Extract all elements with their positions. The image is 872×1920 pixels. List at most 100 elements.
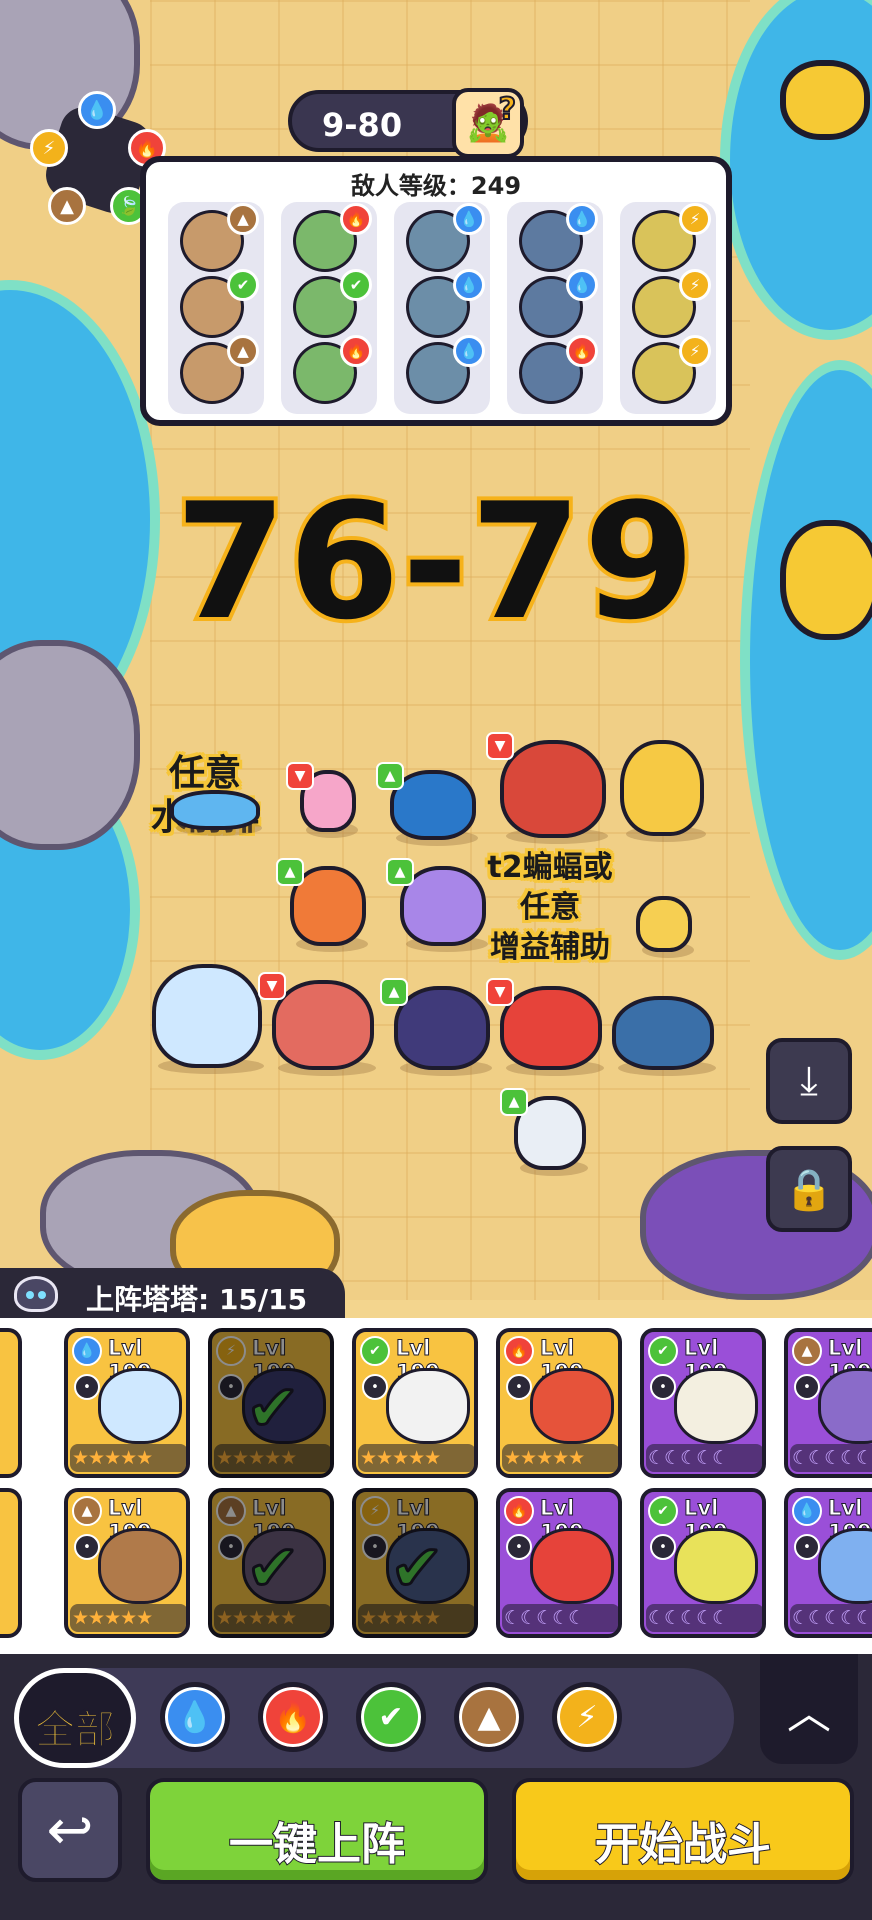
placed-unit[interactable] (636, 896, 692, 952)
placed-unit[interactable] (612, 996, 714, 1070)
grass-icon: ✔ (648, 1496, 678, 1526)
unit-stars: ★★★★★ (502, 1444, 618, 1472)
unit-card[interactable]: 🔥Lvl 199•☾☾☾☾☾ (496, 1488, 622, 1638)
filter-fire-icon[interactable]: 🔥 (258, 1682, 328, 1752)
earth-icon: ▲ (48, 187, 86, 225)
unit-card-partial-left[interactable] (0, 1328, 22, 1478)
placed-unit[interactable]: ▼ (286, 762, 356, 832)
enemy-avatar: ⚡ (632, 203, 711, 272)
unit-stars: ☾☾☾☾☾ (790, 1444, 872, 1472)
unit-stars: ☾☾☾☾☾ (646, 1444, 762, 1472)
start-battle-button[interactable]: 开始战斗 (512, 1778, 854, 1884)
unit-card[interactable]: ▲Lvl 199•★★★★★ (64, 1488, 190, 1638)
enemy-column: 🔥 ✔ 🔥 (281, 202, 377, 414)
pond-right (740, 360, 872, 960)
plus-icon: • (794, 1534, 820, 1560)
swirl-icon: • (506, 1374, 532, 1400)
water-icon: 💧 (566, 269, 598, 301)
enemy-column: 💧 💧 💧 (394, 202, 490, 414)
unit-stars: ★★★★★ (358, 1444, 474, 1472)
unit-card[interactable]: ✔Lvl 199•☾☾☾☾☾ (640, 1328, 766, 1478)
check-icon: ✔ (245, 1531, 302, 1608)
enemy-avatar: ✔ (180, 269, 259, 338)
enemy-avatar: ▲ (180, 203, 259, 272)
back-icon[interactable]: ↩ (18, 1778, 122, 1882)
unit-portrait (386, 1368, 470, 1444)
auto-deploy-label: 一键上阵 (228, 1818, 406, 1871)
earth-icon: ▲ (792, 1336, 822, 1366)
filter-earth-icon[interactable]: ▲ (454, 1682, 524, 1752)
water-icon: 💧 (72, 1336, 102, 1366)
boot-icon: • (650, 1534, 676, 1560)
earth-icon: ▲ (216, 1496, 246, 1526)
placed-unit[interactable]: ▲ (386, 858, 486, 946)
unit-stars: ☾☾☾☾☾ (502, 1604, 618, 1632)
lock-icon[interactable]: 🔒 (766, 1146, 852, 1232)
placed-unit[interactable]: ▲ (276, 858, 366, 946)
earth-icon: ▲ (227, 203, 259, 235)
enemy-avatar: 💧 (519, 269, 598, 338)
fire-icon: 🔥 (566, 335, 598, 367)
unit-card[interactable]: ✔Lvl 199•★★★★★ (352, 1328, 478, 1478)
unit-stars: ★★★★★ (70, 1604, 186, 1632)
enemy-avatar: 💧 (406, 335, 485, 404)
hourglass-icon: • (74, 1374, 100, 1400)
upgrade-tag-icon: ▲ (386, 858, 414, 886)
stage-indicator: 9-80 🧟? (288, 88, 528, 158)
shield-icon: • (794, 1374, 820, 1400)
fire-icon: 🔥 (340, 335, 372, 367)
placed-unit[interactable]: ▼ (258, 972, 374, 1070)
downgrade-tag-icon: ▼ (486, 978, 514, 1006)
chevron-up-icon[interactable]: ︿ (760, 1654, 858, 1764)
placed-unit[interactable]: ▼ (486, 732, 606, 838)
placed-unit[interactable]: ▲ (376, 762, 476, 840)
enemy-panel: 敌人等级：249 ▲ ✔ ▲ 🔥 ✔ 🔥 💧 💧 💧 💧 💧 🔥 ⚡ ⚡ ⚡ (140, 156, 732, 426)
water-icon: 💧 (453, 203, 485, 235)
thunder-icon: ⚡ (360, 1496, 390, 1526)
enemy-avatar: 💧 (406, 269, 485, 338)
start-battle-label: 开始战斗 (594, 1818, 772, 1871)
unit-card[interactable]: 💧Lvl 199•★★★★★ (64, 1328, 190, 1478)
level-range-title: 76-79 (171, 464, 699, 659)
placed-unit[interactable] (170, 790, 260, 830)
filter-all-button[interactable]: 全部 (14, 1668, 136, 1768)
thunder-icon: ⚡ (679, 335, 711, 367)
filter-water-icon[interactable]: 💧 (160, 1682, 230, 1752)
unit-card-partial-left[interactable] (0, 1488, 22, 1638)
thunder-icon: ⚡ (216, 1336, 246, 1366)
filter-grass-icon[interactable]: ✔ (356, 1682, 426, 1752)
unit-portrait (818, 1368, 872, 1444)
water-icon: 💧 (566, 203, 598, 235)
water-icon: 💧 (792, 1496, 822, 1526)
roster-tab: 上阵塔塔: 15/15 (0, 1268, 345, 1320)
earth-icon: ▲ (227, 335, 259, 367)
unit-card[interactable]: 💧Lvl 199•☾☾☾☾☾ (784, 1488, 872, 1638)
placed-unit[interactable]: ▼ (486, 978, 602, 1070)
unit-card[interactable]: ▲Lvl 199•☾☾☾☾☾ (784, 1328, 872, 1478)
unit-card[interactable]: ⚡Lvl 199•★★★★★✔ (352, 1488, 478, 1638)
enemy-avatar: ✔ (293, 269, 372, 338)
unit-inventory[interactable]: 💧Lvl 199•★★★★★⚡Lvl 199•★★★★★✔✔Lvl 199•★★… (0, 1318, 872, 1654)
placed-unit[interactable]: ▲ (380, 978, 490, 1070)
downgrade-tag-icon: ▼ (486, 732, 514, 760)
filter-thunder-icon[interactable]: ⚡ (552, 1682, 622, 1752)
placed-unit[interactable] (152, 964, 262, 1068)
grass-icon: ✔ (648, 1336, 678, 1366)
unit-card[interactable]: 🔥Lvl 199•★★★★★ (496, 1328, 622, 1478)
unit-card[interactable]: ▲Lvl 199•★★★★★✔ (208, 1488, 334, 1638)
download-icon[interactable]: ⤓ (766, 1038, 852, 1124)
grass-icon: ✔ (360, 1336, 390, 1366)
unit-card[interactable]: ✔Lvl 199•☾☾☾☾☾ (640, 1488, 766, 1638)
filter-all-label: 全部 (35, 1707, 116, 1754)
thunder-icon: ⚡ (30, 129, 68, 167)
zombie-question-icon[interactable]: 🧟? (452, 88, 524, 158)
placed-unit[interactable] (620, 740, 704, 836)
check-icon: ✔ (389, 1531, 446, 1608)
unit-stars: ★★★★★ (214, 1604, 330, 1632)
downgrade-tag-icon: ▼ (286, 762, 314, 790)
placed-unit[interactable]: ▲ (500, 1088, 586, 1170)
element-filter: 全部 💧 🔥 ✔ ▲ ⚡ (14, 1668, 734, 1768)
unit-card[interactable]: ⚡Lvl 199•★★★★★✔ (208, 1328, 334, 1478)
auto-deploy-button[interactable]: 一键上阵 (146, 1778, 488, 1884)
upgrade-tag-icon: ▲ (276, 858, 304, 886)
